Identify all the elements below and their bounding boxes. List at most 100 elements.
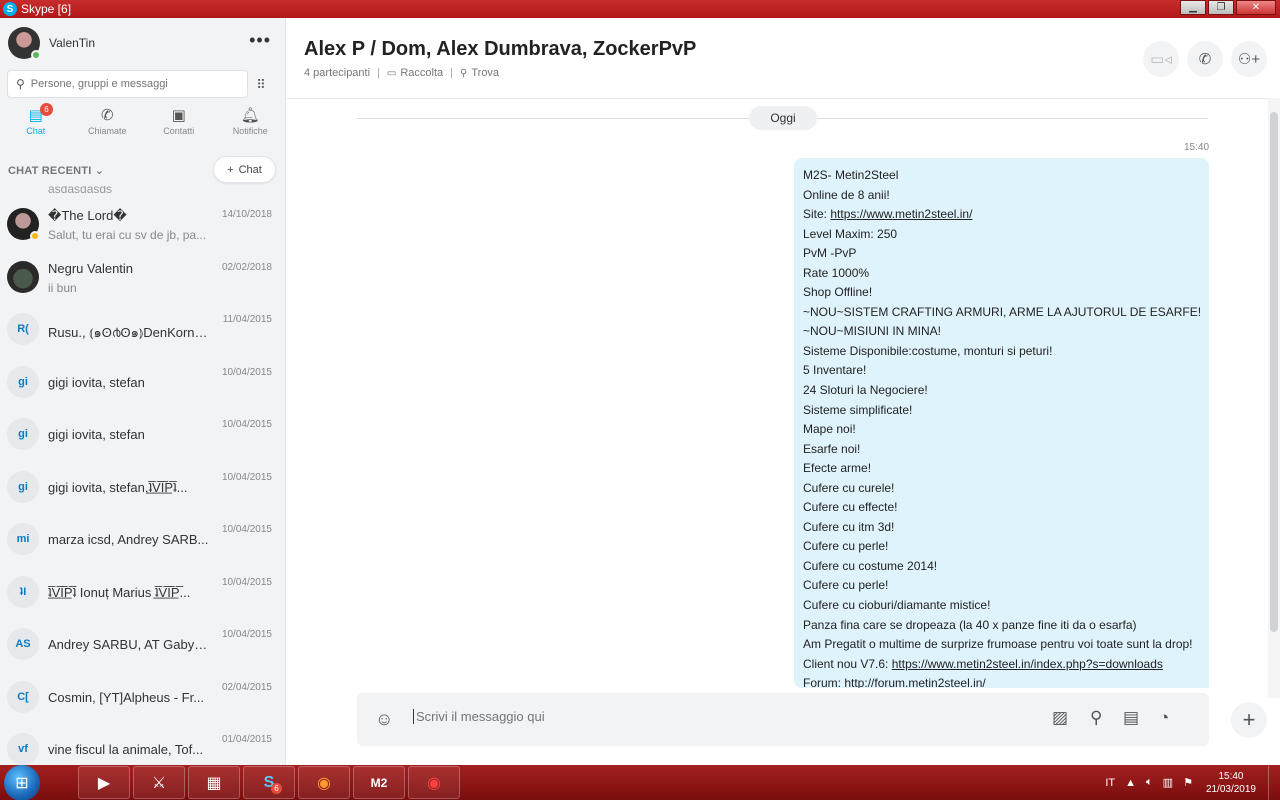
chat-date: 02/04/2015 (221, 681, 272, 693)
tray-expand-icon[interactable]: ▲ (1125, 777, 1136, 789)
show-desktop-button[interactable] (1268, 765, 1280, 800)
tab-chat[interactable]: ▤ 6 Chat (0, 103, 72, 146)
media-player-icon: ▶ (97, 774, 111, 792)
add-people-button[interactable]: ⚇+ (1231, 41, 1267, 77)
avatar: R( (7, 313, 39, 345)
chat-name: Cosmin, [YT]Alpheus - Fr... (48, 689, 205, 705)
chat-item[interactable]: gi gigi iovita, stefan 10/04/2015 (0, 354, 285, 407)
chat-date: 02/02/2018 (221, 261, 272, 273)
window-title: Skype [6] (21, 2, 72, 16)
chat-name: ʇ̲̅V̲̅I̲̅P̲̅ʇ Ionuț Marius ʇ̲̅V̲̅I̲̅P̲̅.… (48, 584, 191, 600)
video-call-button[interactable]: ▭◃ (1143, 41, 1179, 77)
message-line: Online de 8 anii! (803, 187, 890, 202)
message-bubble[interactable]: M2S- Metin2Steel Online de 8 anii! Site: h… (794, 158, 1209, 688)
message-link[interactable]: https://www.metin2steel.in/ (830, 207, 972, 221)
avatar (7, 260, 39, 293)
chat-date: 10/04/2015 (221, 576, 272, 588)
message-line: Efecte arme! (803, 461, 872, 476)
chat-item[interactable]: gi gigi iovita, stefan 10/04/2015 (0, 406, 285, 459)
message-time: 15:40 (1184, 142, 1210, 153)
search-input[interactable] (30, 78, 231, 90)
chat-item[interactable]: vf vine fiscul la animale, Tof... 01/04/… (0, 721, 285, 765)
taskbar-media-player[interactable]: ▶ (78, 766, 130, 799)
my-avatar[interactable] (8, 27, 41, 60)
taskbar-app-2[interactable]: ⚔ (133, 766, 185, 799)
search-icon: ⚲ (460, 67, 468, 79)
more-options-icon[interactable]: ••• (249, 30, 271, 51)
network-icon[interactable]: ▥ (1163, 776, 1173, 789)
location-icon[interactable]: ⚲ (1090, 708, 1102, 728)
close-button[interactable]: ✕ (1236, 0, 1276, 15)
chat-item[interactable]: C[ Cosmin, [YT]Alpheus - Fr... 02/04/201… (0, 669, 285, 722)
message-line: Cufere cu perle! (803, 578, 889, 593)
volume-icon[interactable]: 🔈︎ (1146, 776, 1153, 789)
chat-date: 14/10/2018 (221, 209, 272, 220)
more-actions-button[interactable]: + (1231, 702, 1267, 738)
poll-icon[interactable]: ◔ (1159, 708, 1169, 728)
message-line: Shop Offline! (803, 285, 873, 300)
recent-chats-title[interactable]: CHAT RECENTI ⌄ (8, 164, 104, 177)
message-line: ~NOU~MISIUNI IN MINA! (803, 324, 942, 339)
skype-badge: 6 (271, 783, 282, 794)
chat-item[interactable]: Negru Valentin ii bun 02/02/2018 (0, 249, 285, 302)
find-link[interactable]: Trova (471, 67, 499, 79)
chat-name: Andrey SARBU, AT GabyRO (48, 637, 213, 652)
maximize-button[interactable]: ❐ (1208, 0, 1234, 15)
message-scrollbar[interactable] (1268, 98, 1280, 698)
chat-date: 10/04/2015 (221, 366, 272, 378)
folder-icon: ▦ (206, 774, 222, 792)
chat-item[interactable]: ʇI ʇ̲̅V̲̅I̲̅P̲̅ʇ Ionuț Marius ʇ̲̅V̲̅I̲̅P… (0, 564, 285, 617)
avatar: AS (7, 628, 39, 660)
new-chat-button[interactable]: + Chat (213, 156, 276, 183)
app-icon: ⚔ (151, 774, 167, 792)
taskbar-skype[interactable]: S 6 (243, 766, 295, 799)
taskbar-firefox[interactable]: ◉ (298, 766, 350, 799)
message-line: 5 Inventare! (803, 363, 867, 378)
conversation-title[interactable]: Alex P / Dom, Alex Dumbrava, ZockerPvP (304, 38, 696, 61)
action-center-icon[interactable]: ⚑ (1183, 776, 1193, 789)
message-line: Cufere cu cioburi/diamante mistice! (803, 598, 991, 613)
chat-preview: ii bun (48, 280, 77, 295)
message-line: Forum: http://forum.metin2steel.in/ (803, 676, 986, 688)
search-box[interactable]: ⚲ (7, 70, 248, 98)
taskbar-metin2[interactable]: M2 (353, 766, 405, 799)
send-media-icon[interactable]: ▨ (1052, 708, 1068, 728)
chat-item[interactable]: gi gigi iovita, stefan,ʇ̲̅V̲̅I̲̅P̲̅ʇ... … (0, 459, 285, 512)
profile-name: ValenTin (49, 36, 96, 50)
audio-call-button[interactable]: ✆ (1187, 41, 1223, 77)
participants-link[interactable]: 4 partecipanti (304, 67, 370, 79)
phone-icon: ✆ (1198, 51, 1212, 68)
message-line: Cufere cu curele! (803, 480, 895, 495)
contact-card-icon[interactable]: ▤ (1123, 708, 1139, 728)
avatar: C[ (7, 680, 39, 713)
chat-item[interactable]: AS Andrey SARBU, AT GabyRO 10/04/2015 (0, 616, 285, 669)
tab-label: Contatti (163, 126, 195, 136)
tab-label: Chiamate (87, 126, 127, 136)
system-clock[interactable]: 15:40 21/03/2019 (1206, 770, 1256, 796)
taskbar-explorer[interactable]: ▦ (188, 766, 240, 799)
message-line: ~NOU~SISTEM CRAFTING ARMURI, ARME LA AJU… (803, 304, 1202, 319)
chat-item[interactable]: �The Lord� Salut, tu erai cu sv de jb, p… (0, 196, 285, 249)
gallery-link[interactable]: Raccolta (400, 67, 443, 79)
chat-item[interactable]: mi marza icsd, Andrey SARB... 10/04/2015 (0, 511, 285, 564)
emoji-icon[interactable]: ☺ (375, 709, 393, 730)
taskbar-recorder[interactable]: ◉ (408, 766, 460, 799)
dialpad-icon[interactable]: ⠿ (252, 76, 270, 94)
chat-list: asdasdasds �The Lord� Salut, tu erai cu … (0, 186, 285, 765)
tab-contacts[interactable]: ▣ Contatti (143, 104, 215, 146)
language-indicator[interactable]: IT (1105, 777, 1115, 789)
chat-name: marza icsd, Andrey SARB... (48, 532, 209, 547)
message-input[interactable] (413, 709, 1013, 724)
chat-item[interactable]: R( Rusu., ⦅๑ʘ൪ʘ๑⦆DenKorner#Yo... 11/04/2… (0, 301, 285, 354)
avatar: gi (7, 365, 39, 398)
minimize-button[interactable]: ▁ (1180, 0, 1206, 15)
tab-label: Notifiche (232, 126, 268, 136)
tab-calls[interactable]: ✆ Chiamate (72, 104, 144, 146)
message-link[interactable]: https://www.metin2steel.in/index.php?s=d… (892, 657, 1163, 671)
header-divider (287, 98, 1280, 99)
start-button[interactable]: ⊞ (4, 764, 40, 800)
scrollbar-thumb[interactable] (1270, 112, 1278, 632)
message-line: Cufere cu costume 2014! (803, 558, 938, 573)
tab-notifications[interactable]: 🔔︎ Notifiche (215, 104, 286, 146)
profile-header[interactable]: ValenTin ••• (0, 18, 285, 68)
